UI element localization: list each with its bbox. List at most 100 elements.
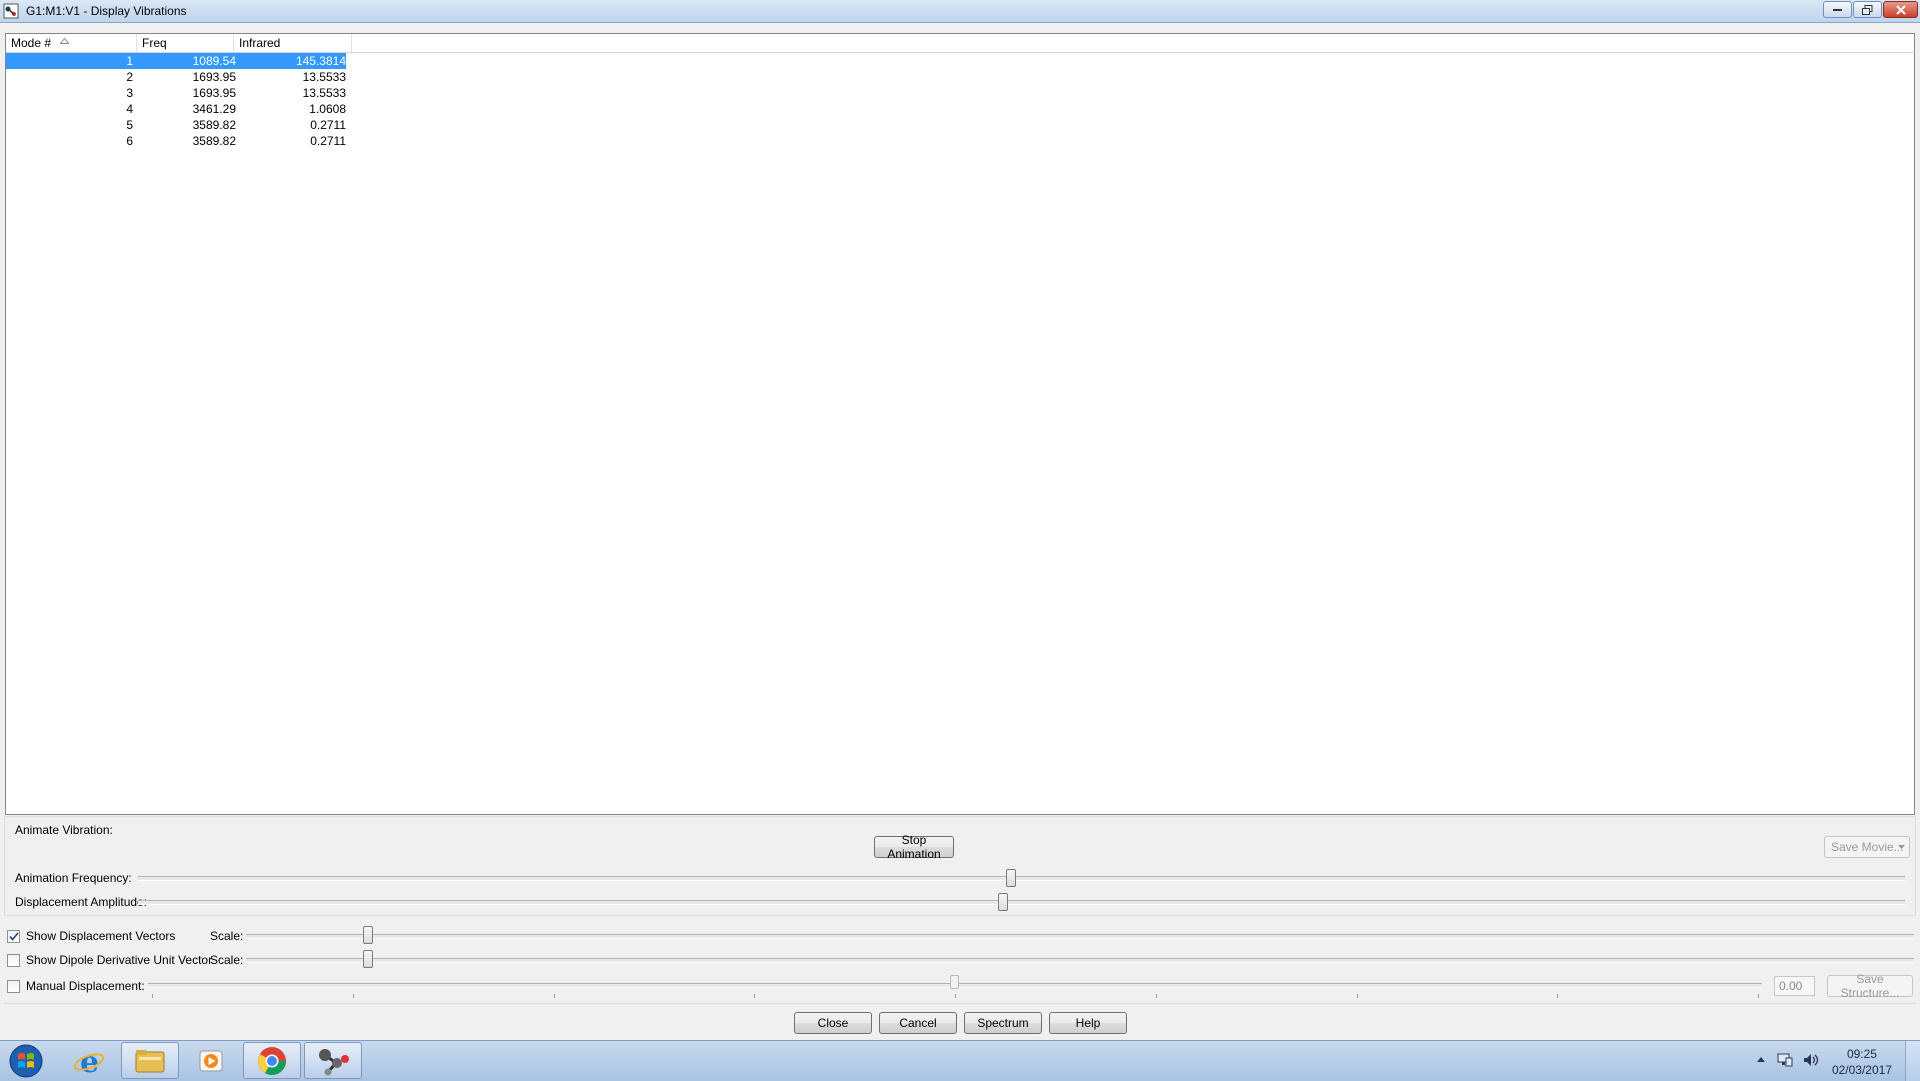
cell-infrared: 0.2711 [310, 134, 346, 148]
vibrations-table[interactable]: Mode # Freq Infrared 1 1089.54 145.3814 … [5, 33, 1915, 815]
displacement-scale-label: Scale: [210, 929, 244, 943]
show-hidden-icons-icon[interactable] [1757, 1057, 1765, 1063]
media-player-icon [199, 1050, 223, 1071]
cell-infrared: 13.5533 [302, 86, 346, 100]
slider-tick [554, 994, 555, 998]
cell-infrared: 13.5533 [302, 70, 346, 84]
start-button[interactable] [0, 1042, 52, 1079]
stop-animation-button[interactable]: Stop Animation [874, 833, 954, 861]
cell-freq: 3461.29 [192, 102, 236, 116]
chrome-icon [258, 1046, 286, 1075]
show-displacement-vectors-checkbox[interactable] [7, 930, 20, 943]
cell-freq: 3589.82 [192, 134, 236, 148]
title-bar: G1:M1:V1 - Display Vibrations [0, 0, 1920, 23]
animation-frequency-label: Animation Frequency: [15, 871, 132, 885]
minimize-button[interactable] [1823, 1, 1852, 18]
manual-displacement-slider[interactable] [950, 975, 959, 989]
table-row[interactable]: 3 1693.95 13.5533 [6, 85, 346, 101]
media-player-taskbar-button[interactable] [182, 1042, 240, 1079]
animation-frequency-track [138, 876, 1905, 881]
cell-infrared: 1.0608 [309, 102, 346, 116]
file-explorer-taskbar-button[interactable] [121, 1042, 179, 1079]
help-button[interactable]: Help [1049, 1012, 1127, 1034]
slider-tick [1557, 994, 1558, 998]
show-dipole-derivative-checkbox[interactable] [7, 954, 20, 967]
windows-start-icon [9, 1044, 43, 1077]
show-displacement-vectors-label: Show Displacement Vectors [26, 929, 176, 943]
table-header: Mode # Freq Infrared [6, 34, 1914, 53]
cancel-button[interactable]: Cancel [879, 1012, 957, 1034]
column-header-freq[interactable]: Freq [137, 34, 234, 52]
restore-button[interactable] [1853, 1, 1882, 18]
internet-explorer-taskbar-button[interactable]: e [60, 1042, 118, 1079]
close-button[interactable]: Close [794, 1012, 872, 1034]
slider-tick [754, 994, 755, 998]
cell-freq: 1693.95 [192, 70, 236, 84]
column-header-label: Infrared [239, 36, 281, 50]
displacement-amplitude-track [138, 900, 1905, 905]
table-row[interactable]: 6 3589.82 0.2711 [6, 133, 346, 149]
cell-mode: 4 [126, 102, 133, 116]
manual-displacement-label: Manual Displacement: [26, 979, 145, 993]
volume-icon[interactable] [1803, 1052, 1819, 1068]
restore-icon [1862, 4, 1873, 15]
network-icon[interactable] [1777, 1052, 1793, 1068]
slider-tick [1156, 994, 1157, 998]
displacement-amplitude-slider[interactable] [998, 893, 1008, 911]
window-close-button[interactable] [1883, 1, 1918, 18]
column-header-mode[interactable]: Mode # [6, 34, 137, 52]
internet-explorer-icon: e [73, 1045, 105, 1077]
folder-icon [135, 1049, 165, 1072]
separator [4, 1003, 1916, 1004]
table-row[interactable]: 5 3589.82 0.2711 [6, 117, 346, 133]
save-movie-button[interactable]: Save Movie... [1824, 836, 1910, 858]
molecule-icon [319, 1048, 349, 1075]
animation-frequency-slider[interactable] [1006, 869, 1016, 887]
manual-displacement-checkbox[interactable] [7, 980, 20, 993]
clock-time: 09:25 [1846, 1047, 1877, 1061]
manual-displacement-value-field[interactable]: 0.00 [1774, 976, 1815, 996]
minimize-icon [1832, 8, 1842, 11]
column-header-label: Mode # [11, 36, 52, 50]
cell-mode: 6 [126, 134, 133, 148]
chrome-taskbar-button[interactable] [243, 1042, 301, 1079]
cell-freq: 1693.95 [192, 86, 236, 100]
cell-mode: 1 [126, 54, 133, 68]
dipole-scale-label: Scale: [210, 953, 244, 967]
chevron-down-icon [1898, 845, 1905, 849]
cell-freq: 1089.54 [192, 54, 236, 68]
app-icon [3, 3, 19, 19]
show-desktop-button[interactable] [1905, 1041, 1920, 1081]
cell-mode: 3 [126, 86, 133, 100]
displacement-scale-track [246, 934, 1914, 939]
save-movie-label: Save Movie... [1831, 840, 1904, 854]
slider-tick [1758, 994, 1759, 998]
cell-infrared: 0.2711 [310, 118, 346, 132]
table-row[interactable]: 4 3461.29 1.0608 [6, 101, 346, 117]
cell-infrared: 145.3814 [295, 54, 346, 68]
animate-vibration-label: Animate Vibration: [15, 823, 113, 837]
clock-date: 02/03/2017 [1831, 1063, 1892, 1077]
table-row[interactable]: 2 1693.95 13.5533 [6, 69, 346, 85]
table-row[interactable]: 1 1089.54 145.3814 [6, 53, 346, 69]
svg-text:e: e [80, 1045, 99, 1077]
checkmark-icon [8, 932, 19, 941]
slider-tick [353, 994, 354, 998]
slider-tick [955, 994, 956, 998]
clock[interactable]: 09:25 02/03/2017 [1832, 1046, 1892, 1078]
gaussview-taskbar-button[interactable] [304, 1042, 362, 1079]
dipole-scale-track [246, 958, 1914, 963]
taskbar: e 09:25 02/03/2017 [0, 1040, 1920, 1081]
cell-freq: 3589.82 [192, 118, 236, 132]
sort-ascending-icon [60, 38, 69, 44]
window-title: G1:M1:V1 - Display Vibrations [26, 4, 187, 18]
cell-mode: 5 [126, 118, 133, 132]
dipole-scale-slider[interactable] [363, 950, 373, 968]
spectrum-button[interactable]: Spectrum [964, 1012, 1042, 1034]
cell-mode: 2 [126, 70, 133, 84]
slider-tick [152, 994, 153, 998]
save-structure-button[interactable]: Save Structure... [1827, 972, 1913, 1000]
column-header-infrared[interactable]: Infrared [234, 34, 352, 52]
displacement-scale-slider[interactable] [363, 926, 373, 944]
displacement-amplitude-label: Displacement Amplitude: [15, 895, 148, 909]
